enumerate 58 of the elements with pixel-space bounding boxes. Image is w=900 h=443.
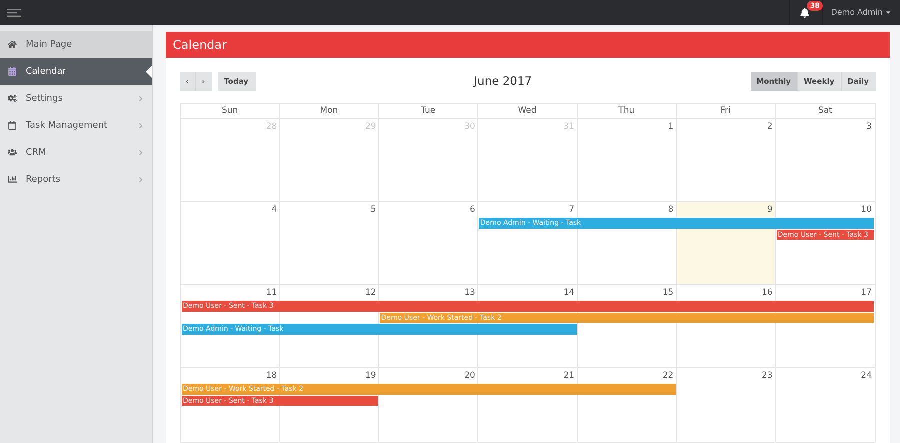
panel-header: Calendar [166, 32, 890, 58]
event-bar[interactable] [380, 312, 480, 323]
day-number: 24 [861, 370, 873, 381]
weekday-header: Sat [817, 105, 834, 118]
home-icon [8, 40, 17, 49]
active-indicator [146, 66, 152, 78]
sidebar-item[interactable]: Settings [0, 85, 152, 112]
day-number: 9 [767, 204, 774, 215]
day-number: 7 [569, 204, 576, 215]
weekday-header: Fri [676, 104, 776, 118]
event-bar[interactable] [182, 384, 281, 394]
day-number: 22 [662, 370, 675, 381]
event-bar[interactable] [775, 312, 874, 323]
day-number: 19 [365, 370, 378, 381]
day-number: 30 [464, 121, 476, 132]
day-number: 29 [365, 121, 378, 132]
day-number: 11 [266, 287, 278, 298]
sidebar-item[interactable]: Main Page [0, 31, 152, 58]
day-number: 5 [370, 204, 378, 215]
weekday-header: Mon [280, 104, 380, 118]
day-number: 6 [470, 204, 476, 215]
weekday-header: Tue [379, 104, 478, 118]
sidebar-item[interactable]: CRM [0, 139, 152, 166]
day-number: 13 [464, 287, 476, 298]
day-number: 23 [762, 370, 774, 381]
day-number: 17 [861, 287, 873, 298]
weekday-header: Thu [578, 104, 677, 118]
day-number: 1 [668, 121, 675, 132]
sidebar-item[interactable]: Task Management [0, 112, 152, 139]
day-number: 12 [365, 287, 378, 298]
caret-icon [885, 9, 892, 16]
day-number: 20 [464, 370, 476, 381]
day-number: 18 [266, 370, 278, 381]
day-number: 3 [866, 121, 873, 132]
day-number: 31 [564, 121, 576, 132]
day-number: 14 [564, 287, 576, 298]
users-icon [8, 148, 17, 157]
user-menu[interactable]: Demo Admin [823, 8, 900, 17]
weekday-header: Sun [181, 104, 280, 118]
calendar-icon [8, 121, 17, 130]
day-number: 21 [564, 370, 576, 381]
weekday-header: Wed [478, 104, 578, 118]
day-number: 16 [762, 287, 774, 298]
calendar-icon [8, 67, 17, 76]
day-number: 4 [272, 204, 278, 215]
menu-icon[interactable] [7, 8, 21, 16]
sidebar-item[interactable]: Calendar [0, 58, 152, 85]
gears-icon [8, 94, 17, 103]
day-number: 28 [266, 121, 278, 132]
day-number: 2 [767, 121, 774, 132]
notification-bell-icon[interactable] [800, 8, 810, 18]
event-bar[interactable] [280, 396, 378, 406]
day-number: 10 [861, 204, 873, 215]
day-number: 15 [662, 287, 675, 298]
bar-chart-icon [8, 175, 17, 184]
sidebar-item[interactable]: Reports [0, 166, 152, 193]
calendar-title: June 2017 [474, 74, 532, 88]
day-number: 8 [668, 204, 675, 215]
